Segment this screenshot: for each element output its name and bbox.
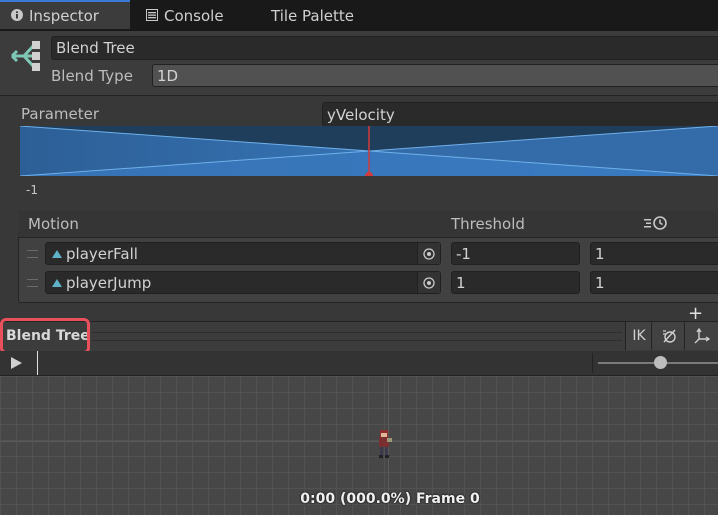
info-icon xyxy=(11,7,23,25)
threshold-field-1[interactable]: 1 xyxy=(451,271,580,294)
console-icon xyxy=(146,7,158,25)
name-field[interactable]: Blend Tree xyxy=(51,36,718,60)
parameter-min-label: -1 xyxy=(26,183,38,197)
frame-info: 0:00 (000.0%) Frame 0 xyxy=(300,491,480,507)
parameter-label: Parameter xyxy=(21,105,100,123)
parameter-value: yVelocity xyxy=(327,105,395,124)
timeline-scrubber[interactable] xyxy=(0,351,718,376)
row-drag-handle[interactable] xyxy=(27,250,38,258)
speed-icon xyxy=(643,215,669,235)
blend-type-dropdown[interactable]: 1D xyxy=(152,64,718,87)
tab-inspector[interactable]: Inspector xyxy=(0,0,130,29)
motion-list-header xyxy=(18,211,718,238)
separator xyxy=(592,353,593,373)
speed-field-1[interactable]: 1 xyxy=(590,271,718,294)
speed-value: 1 xyxy=(595,273,605,292)
playhead[interactable] xyxy=(37,351,38,375)
blend-graph[interactable] xyxy=(20,126,718,176)
motion-name: playerFall xyxy=(66,244,138,263)
threshold-value: 1 xyxy=(456,273,466,292)
name-value: Blend Tree xyxy=(56,39,135,57)
animation-clip-icon xyxy=(51,274,63,292)
preview-toolbar xyxy=(0,321,718,352)
preview-drag-bar[interactable] xyxy=(92,332,622,341)
blend-type-value: 1D xyxy=(157,66,179,85)
playback-speed-thumb[interactable] xyxy=(654,356,667,369)
motion-name: playerJump xyxy=(66,273,152,292)
animation-clip-icon xyxy=(51,245,63,263)
parameter-dropdown[interactable]: yVelocity xyxy=(322,102,718,127)
object-picker-icon[interactable] xyxy=(417,272,440,293)
tab-label: Console xyxy=(164,6,224,25)
tab-label: Inspector xyxy=(29,6,99,25)
tab-label: Tile Palette xyxy=(271,6,354,25)
highlight-box xyxy=(0,318,90,354)
object-picker-icon[interactable] xyxy=(417,243,440,264)
motion-column-header: Motion xyxy=(28,215,79,233)
grid-axis-horizontal xyxy=(0,441,718,442)
play-icon[interactable] xyxy=(11,357,22,373)
tab-console[interactable]: Console xyxy=(146,0,224,31)
ik-toggle[interactable]: IK xyxy=(625,322,652,350)
tab-bar: Inspector Console Tile Palette xyxy=(0,0,718,32)
blend-type-label: Blend Type xyxy=(51,67,133,85)
threshold-field-0[interactable]: -1 xyxy=(451,242,580,265)
blend-tree-icon xyxy=(8,39,42,77)
tab-tile-palette[interactable]: Tile Palette xyxy=(271,0,354,31)
ik-label: IK xyxy=(632,328,646,344)
motion-field-0[interactable]: playerFall xyxy=(45,242,441,265)
motion-field-1[interactable]: playerJump xyxy=(45,271,441,294)
pivot-toggle-icon[interactable] xyxy=(684,322,718,350)
character-sprite xyxy=(374,428,394,464)
speed-value: 1 xyxy=(595,244,605,263)
row-drag-handle[interactable] xyxy=(27,279,38,287)
speed-field-0[interactable]: 1 xyxy=(590,242,718,265)
threshold-column-header: Threshold xyxy=(451,215,525,233)
bake-toggle-icon[interactable] xyxy=(651,322,685,350)
threshold-value: -1 xyxy=(456,244,471,263)
